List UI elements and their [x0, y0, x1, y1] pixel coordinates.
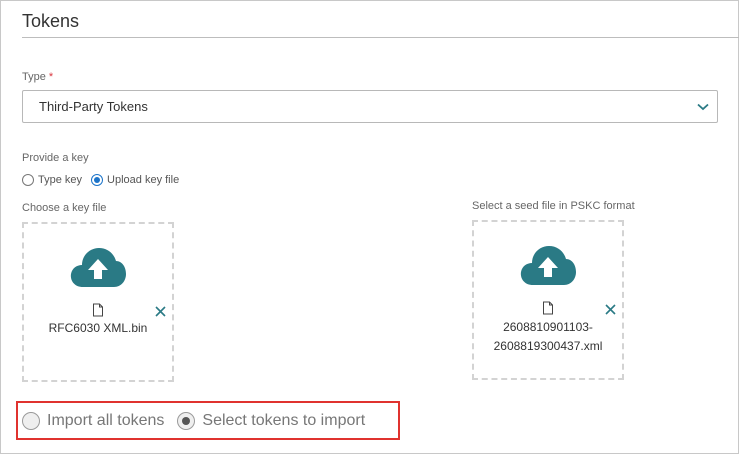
radio-upload-key-file-circle[interactable]: [91, 174, 104, 186]
import-options-highlight: Import all tokens Select tokens to impor…: [16, 401, 400, 440]
radio-import-all-tokens[interactable]: Import all tokens: [22, 411, 165, 430]
radio-select-tokens[interactable]: Select tokens to import: [177, 411, 366, 430]
close-icon: [155, 306, 166, 317]
key-file-dropzone[interactable]: RFC6030 XML.bin: [22, 222, 174, 382]
key-file-name: RFC6030 XML.bin: [48, 321, 148, 335]
radio-type-key[interactable]: Type key: [22, 174, 82, 186]
key-mode-radio-group: Type key Upload key file: [22, 174, 188, 186]
required-mark: *: [48, 71, 54, 83]
radio-import-all-label: Import all tokens: [47, 411, 165, 429]
seed-file-label: Select a seed file in PSKC format: [472, 200, 635, 212]
radio-select-tokens-circle[interactable]: [177, 411, 196, 430]
type-select[interactable]: Third-Party Tokens: [22, 90, 718, 123]
radio-type-key-label: Type key: [38, 174, 83, 186]
radio-type-key-circle[interactable]: [22, 174, 34, 186]
radio-select-tokens-label: Select tokens to import: [202, 411, 366, 429]
radio-import-all-circle[interactable]: [22, 411, 40, 430]
key-file-label: Choose a key file: [22, 202, 107, 214]
seed-file-dropzone[interactable]: 2608810901103- 2608819300437.xml: [472, 220, 624, 380]
radio-upload-key-file[interactable]: Upload key file: [91, 174, 179, 186]
radio-upload-key-file-label: Upload key file: [107, 174, 180, 186]
section-title: Tokens: [22, 11, 80, 31]
seed-file-name-line1: 2608810901103-: [503, 320, 593, 334]
cloud-upload-icon: [69, 246, 127, 293]
type-label: Type *: [22, 71, 53, 83]
title-divider: [22, 37, 739, 38]
type-label-text: Type: [22, 71, 46, 83]
chevron-down-icon: [689, 103, 717, 111]
cloud-upload-icon: [519, 244, 577, 291]
close-icon: [605, 304, 616, 315]
provide-key-label: Provide a key: [22, 152, 89, 164]
seed-file-name-line2: 2608819300437.xml: [493, 339, 603, 353]
type-select-value: Third-Party Tokens: [39, 99, 148, 114]
